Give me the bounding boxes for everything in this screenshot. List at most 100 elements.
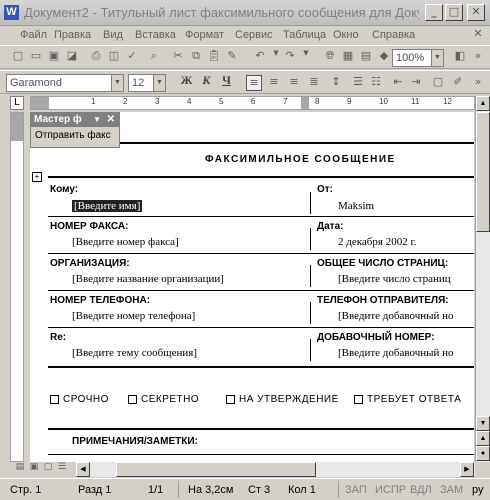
vertical-scrollbar[interactable]: ▲ ▼ ▲ ● — [475, 96, 490, 462]
minimize-button[interactable]: _ — [425, 4, 443, 21]
total-pages-field[interactable]: [Введите число страниц — [338, 273, 451, 285]
approval-checkbox[interactable] — [226, 395, 235, 404]
spelling-icon[interactable]: ✓ — [124, 49, 140, 65]
drawing-icon[interactable]: ◆ — [376, 49, 392, 65]
menu-insert[interactable]: Вставка — [135, 29, 176, 41]
ruler-number: 2 — [123, 97, 128, 106]
horizontal-scrollbar[interactable]: ◀ ▶ — [76, 462, 475, 477]
ruler-number: 3 — [155, 97, 160, 106]
save-icon[interactable]: ▣ — [46, 49, 62, 65]
cut-icon[interactable]: ✂ — [170, 49, 186, 65]
re-field[interactable]: [Введите тему сообщения] — [72, 347, 197, 359]
status-overwrite[interactable]: ЗАМ — [440, 484, 463, 496]
justify-icon[interactable]: ≣ — [306, 75, 322, 91]
insert-table-icon[interactable]: ▤ — [358, 49, 374, 65]
highlight-icon[interactable]: ✐ — [450, 75, 466, 91]
scroll-up-icon[interactable]: ▲ — [476, 96, 490, 111]
status-extend[interactable]: ВДЛ — [410, 484, 432, 496]
to-field[interactable]: [Введите имя] — [72, 200, 143, 212]
ruler-column-marker[interactable] — [301, 97, 309, 109]
fax-wizard-pane-header[interactable]: Мастер ф ▼ ✕ — [31, 113, 119, 127]
menu-file[interactable]: Файл — [20, 29, 47, 41]
phone-field[interactable]: [Введите номер телефона] — [72, 310, 195, 322]
browse-object-icon[interactable]: ● — [476, 446, 490, 461]
status-record[interactable]: ЗАП — [345, 484, 367, 496]
from-field[interactable]: Maksim — [338, 200, 374, 212]
organization-field[interactable]: [Введите название организации] — [72, 273, 224, 285]
decrease-indent-icon[interactable]: ⇤ — [390, 75, 406, 91]
underline-button[interactable]: Ч — [218, 73, 235, 91]
secret-checkbox[interactable] — [128, 395, 137, 404]
zoom-value: 100% — [396, 52, 425, 64]
align-right-icon[interactable]: ≡ — [286, 75, 302, 91]
menu-help[interactable]: Справка — [372, 29, 415, 41]
open-folder-icon[interactable]: ▭ — [28, 49, 44, 65]
permission-icon[interactable]: ◪ — [64, 49, 80, 65]
urgent-checkbox[interactable] — [50, 395, 59, 404]
format-painter-icon[interactable]: ✎ — [224, 49, 240, 65]
menu-table[interactable]: Таблица — [283, 29, 326, 41]
scroll-left-icon[interactable]: ◀ — [76, 462, 90, 477]
scroll-down-icon[interactable]: ▼ — [476, 416, 490, 431]
menu-view[interactable]: Вид — [103, 29, 123, 41]
previous-page-icon[interactable]: ▲ — [476, 431, 490, 446]
bold-button[interactable]: Ж — [178, 73, 195, 91]
word-app-icon[interactable]: W — [4, 5, 19, 20]
fax-number-field[interactable]: [Введите номер факса] — [72, 236, 179, 248]
increase-indent-icon[interactable]: ⇥ — [408, 75, 424, 91]
menu-format[interactable]: Формат — [185, 29, 224, 41]
extension-field[interactable]: [Введите добавочный но — [338, 347, 454, 359]
undo-icon[interactable]: ↶ — [252, 49, 268, 65]
menu-window[interactable]: Окно — [333, 29, 359, 41]
close-icon[interactable]: ✕ — [107, 113, 115, 127]
chevron-down-icon[interactable]: ▼ — [111, 75, 123, 91]
outline-view-icon[interactable]: ☰ — [54, 462, 70, 478]
redo-icon[interactable]: ↷ — [282, 49, 298, 65]
vertical-ruler[interactable] — [10, 112, 24, 462]
ruler-number: 5 — [219, 97, 224, 106]
tab-selector[interactable]: L — [10, 96, 24, 110]
send-fax-button[interactable]: Отправить факс — [31, 127, 119, 144]
status-track-changes[interactable]: ИСПР — [375, 484, 406, 496]
chevron-down-icon[interactable]: ▼ — [431, 50, 443, 66]
font-size-select[interactable]: 12 ▼ — [128, 74, 166, 92]
toolbar-options-icon[interactable]: » — [470, 49, 486, 65]
maximize-button[interactable]: □ — [445, 4, 463, 21]
paste-icon[interactable]: 📋︎ — [206, 49, 222, 65]
redo-dropdown-icon[interactable]: ▼ — [298, 49, 314, 65]
reply-checkbox[interactable] — [354, 395, 363, 404]
zoom-select[interactable]: 100% ▼ — [392, 49, 444, 67]
date-field[interactable]: 2 декабря 2002 г. — [338, 236, 416, 248]
read-mode-icon[interactable]: ◧ — [452, 49, 468, 65]
align-center-icon[interactable]: ≡ — [266, 75, 282, 91]
close-button[interactable]: ✕ — [467, 4, 485, 21]
align-left-icon[interactable]: ≡ — [246, 75, 262, 91]
copy-icon[interactable]: ⧉ — [188, 49, 204, 65]
toolbar-options-icon[interactable]: » — [470, 75, 486, 91]
bullets-icon[interactable]: ☷ — [368, 75, 384, 91]
numbering-icon[interactable]: ☰ — [350, 75, 366, 91]
chevron-down-icon[interactable]: ▼ — [93, 113, 101, 127]
menu-tools[interactable]: Сервис — [235, 29, 273, 41]
divider — [48, 366, 474, 368]
table-move-handle-icon[interactable]: + — [32, 172, 42, 182]
scroll-thumb[interactable] — [476, 112, 490, 232]
new-document-icon[interactable]: ▢ — [10, 49, 26, 65]
menu-close-icon[interactable]: ✕ — [470, 27, 486, 43]
print-icon[interactable]: ⎙ — [88, 49, 104, 65]
scroll-thumb[interactable] — [116, 462, 316, 477]
chevron-down-icon[interactable]: ▼ — [153, 75, 165, 91]
document-page[interactable]: ФАКСИМИЛЬНОЕ СООБЩЕНИЕ + Кому: [Введите … — [30, 112, 474, 462]
menu-edit[interactable]: Правка — [54, 29, 91, 41]
font-name-select[interactable]: Garamond ▼ — [6, 74, 124, 92]
borders-icon[interactable]: ▢ — [430, 75, 446, 91]
print-preview-icon[interactable]: ◫ — [106, 49, 122, 65]
research-icon[interactable]: ⌕ — [146, 49, 162, 65]
italic-button[interactable]: К — [198, 73, 215, 91]
sender-phone-field[interactable]: [Введите добавочный но — [338, 310, 454, 322]
tables-borders-icon[interactable]: ▦ — [340, 49, 356, 65]
scroll-right-icon[interactable]: ▶ — [460, 462, 474, 477]
horizontal-ruler[interactable]: 1 2 3 4 5 6 7 8 9 10 11 12 — [30, 96, 475, 110]
line-spacing-icon[interactable]: ↕ — [328, 75, 344, 91]
hyperlink-icon[interactable]: 🌐︎ — [322, 49, 338, 65]
